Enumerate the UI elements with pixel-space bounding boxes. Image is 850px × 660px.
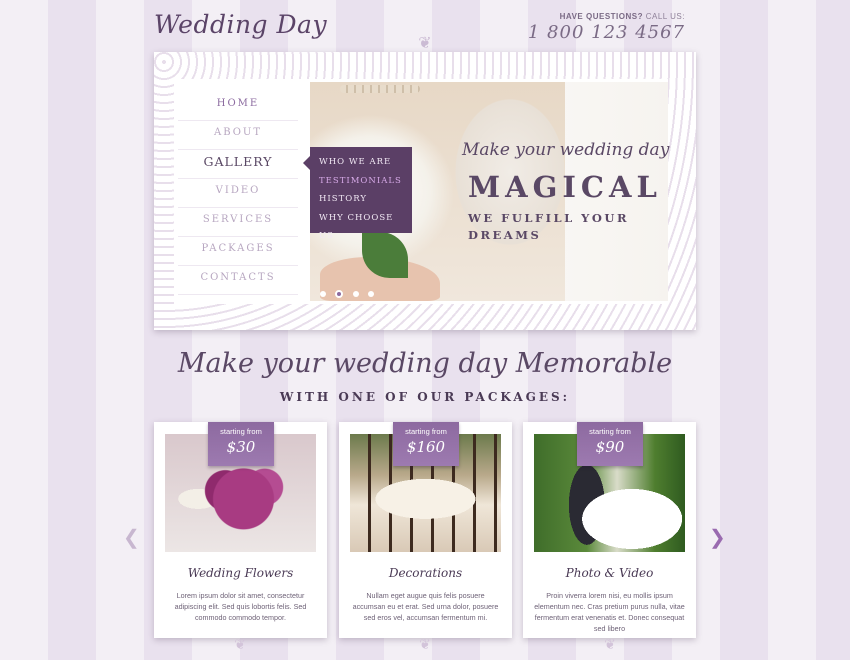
price-badge: starting from $30 [208,422,274,466]
slider-dot[interactable] [352,290,359,297]
badge-label: starting from [405,427,447,436]
slider-pagination [320,285,379,298]
ornament-icon: ❦ [234,636,246,652]
section-subtitle: WITH ONE OF OUR PACKAGES: [279,390,571,404]
contact-call-us: CALL US: [645,12,685,21]
slide-subline: WE FULFILL YOUR DREAMS [468,211,629,242]
card-description: Lorem ipsum dolor sit amet, consectetur … [174,591,307,622]
price-badge: starting from $160 [393,422,459,466]
main-nav: HOME ABOUT GALLERY VIDEO SERVICES PACKAG… [178,92,298,295]
badge-label: starting from [220,427,262,436]
submenu-item-testimonials[interactable]: TESTIMONIALS [319,172,412,191]
nav-item-gallery[interactable]: GALLERY [178,150,298,179]
nav-item-home[interactable]: HOME [178,92,298,121]
carousel-prev-icon[interactable]: ❮ [123,528,140,548]
logo[interactable]: Wedding Day [154,10,327,39]
carousel-next-icon[interactable]: ❯ [709,528,726,548]
card-description: Proin viverra lorem nisi, eu mollis ipsu… [534,591,685,633]
package-card-photo-video[interactable]: starting from $90 Photo & Video Proin vi… [523,422,696,638]
nav-item-video[interactable]: VIDEO [178,179,298,208]
nav-item-contacts[interactable]: CONTACTS [178,266,298,295]
slide-script-text: Make your wedding day [462,140,670,160]
ornament-icon: ❦ [419,636,431,652]
submenu-item-who-we-are[interactable]: WHO WE ARE [319,153,412,172]
package-card-decorations[interactable]: starting from $160 Decorations Nullam eg… [339,422,512,638]
badge-price: $90 [595,438,625,456]
phone-number[interactable]: 1 800 123 4567 [528,22,685,43]
nav-item-packages[interactable]: PACKAGES [178,237,298,266]
card-description: Nullam eget augue quis felis posuere acc… [352,591,499,622]
card-title[interactable]: Wedding Flowers [154,566,327,580]
ornament-icon: ❦ [418,35,432,52]
slide-headline: MAGICAL [468,170,662,204]
pearl-necklace-image [340,85,420,93]
header: Wedding Day HAVE QUESTIONS? CALL US: 1 8… [0,0,850,52]
card-title[interactable]: Photo & Video [523,566,696,580]
package-card-flowers[interactable]: starting from $30 Wedding Flowers Lorem … [154,422,327,638]
gallery-submenu: WHO WE ARE TESTIMONIALS HISTORY WHY CHOO… [303,147,412,242]
ornament-icon: ❦ [604,636,616,652]
contact-label: HAVE QUESTIONS? CALL US: [560,12,685,21]
badge-price: $160 [406,438,446,456]
contact-question: HAVE QUESTIONS? [559,12,643,21]
badge-label: starting from [589,427,631,436]
section-title: Make your wedding day Memorable [177,348,673,379]
nav-item-services[interactable]: SERVICES [178,208,298,237]
card-title[interactable]: Decorations [339,566,512,580]
badge-price: $30 [226,438,256,456]
submenu-item-history[interactable]: HISTORY [319,190,412,209]
slider-dot[interactable] [320,290,326,297]
price-badge: starting from $90 [577,422,643,466]
nav-item-about[interactable]: ABOUT [178,121,298,150]
submenu-item-why-choose-us[interactable]: WHY CHOOSE US [319,209,412,242]
